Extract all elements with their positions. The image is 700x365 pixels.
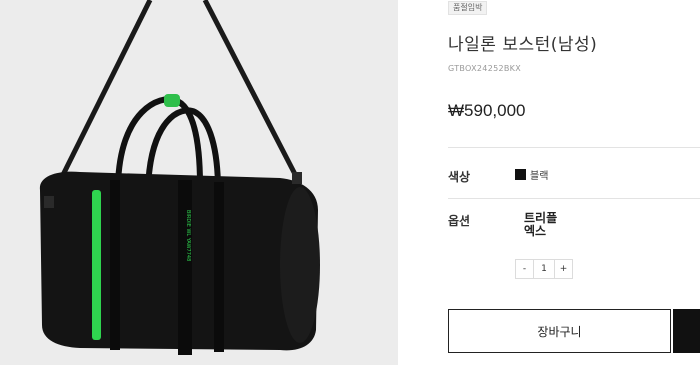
quantity-minus-button[interactable]: - [516, 260, 533, 278]
option-label: 옵션 [448, 214, 471, 228]
color-swatch [515, 169, 526, 180]
color-value: 블랙 [530, 171, 549, 182]
product-price: ₩590,000 [448, 101, 526, 120]
divider [448, 198, 700, 199]
divider [448, 147, 700, 148]
product-title: 나일론 보스턴(남성) [448, 35, 598, 55]
add-to-cart-label: 장바구니 [537, 324, 582, 339]
bag-band-text: BIRDIE WL YAW7748 [185, 210, 191, 261]
product-sku: GTBOX24252BKX [448, 64, 521, 73]
quantity-value[interactable]: 1 [533, 260, 555, 278]
duffel-bag-image: BIRDIE WL YAW7748 [0, 0, 398, 365]
status-badge: 품절임박 [448, 1, 488, 15]
quantity-plus-button[interactable]: + [555, 260, 572, 278]
color-label: 색상 [448, 170, 471, 184]
option-value[interactable]: 트리플 엑스 [524, 212, 564, 238]
product-info-panel: 품절임박 나일론 보스턴(남성) GTBOX24252BKX ₩590,000 … [448, 0, 700, 365]
quantity-stepper: - 1 + [515, 259, 573, 279]
product-image-area: BIRDIE WL YAW7748 [0, 0, 398, 365]
color-option-black[interactable]: 블랙 [515, 167, 548, 182]
add-to-cart-button[interactable]: 장바구니 [448, 309, 671, 353]
buy-now-button[interactable] [673, 309, 700, 353]
